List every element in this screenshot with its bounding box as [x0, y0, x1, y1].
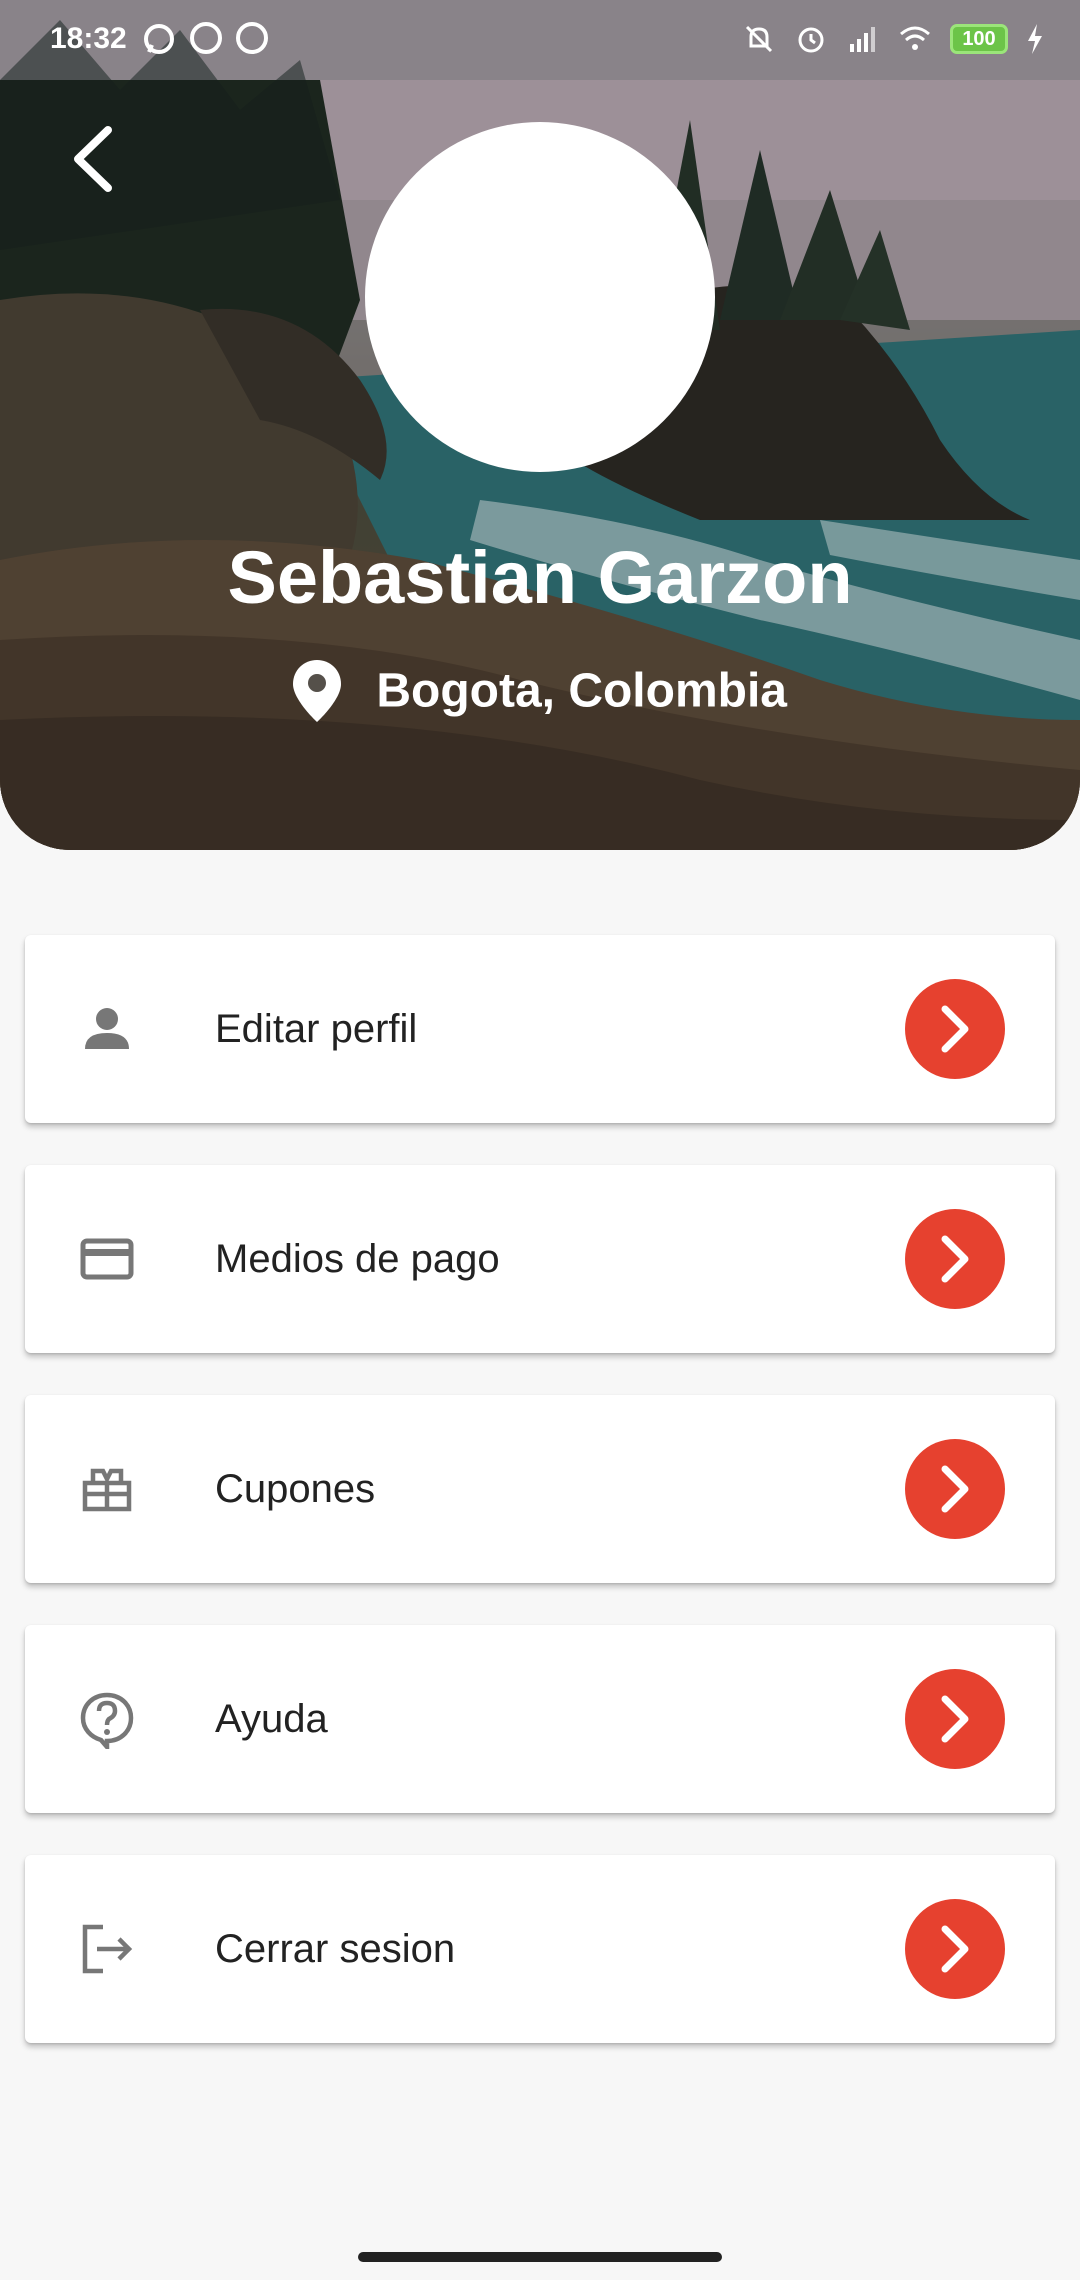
status-bar: 18:32 100	[0, 0, 1080, 80]
signal-icon	[850, 27, 875, 52]
back-arrow-icon[interactable]	[64, 124, 124, 194]
menu-item-coupons[interactable]: Cupones	[25, 1395, 1055, 1583]
location-label: Bogota, Colombia	[376, 664, 787, 718]
menu-item-label: Cupones	[215, 1467, 376, 1511]
menu-item-edit-profile[interactable]: Editar perfil	[25, 935, 1055, 1123]
profile-header: 18:32 100 Sebastian Garzon Bogota, Colom…	[0, 0, 1080, 850]
profile-location: Bogota, Colombia	[0, 660, 1080, 722]
app-notification-icon	[190, 22, 222, 54]
mute-icon	[745, 25, 773, 53]
charging-icon	[1028, 24, 1042, 54]
chevron-right-button[interactable]	[905, 1439, 1005, 1539]
gift-icon	[82, 1468, 132, 1512]
location-pin-icon	[293, 660, 341, 722]
help-icon	[80, 1692, 134, 1749]
menu-item-label: Editar perfil	[215, 1007, 418, 1051]
menu-item-help[interactable]: Ayuda	[25, 1625, 1055, 1813]
chevron-right-icon	[941, 1005, 969, 1053]
avatar[interactable]	[365, 122, 715, 472]
person-icon	[85, 1008, 129, 1049]
wifi-icon	[900, 26, 930, 50]
battery-icon: 100	[950, 24, 1008, 54]
chevron-right-button[interactable]	[905, 1899, 1005, 1999]
menu-item-label: Cerrar sesion	[215, 1927, 456, 1971]
menu-item-logout[interactable]: Cerrar sesion	[25, 1855, 1055, 2043]
chevron-right-icon	[941, 1925, 969, 1973]
chevron-right-icon	[941, 1695, 969, 1743]
profile-name: Sebastian Garzon	[227, 536, 853, 619]
chevron-right-button[interactable]	[905, 1209, 1005, 1309]
whatsapp-icon	[144, 24, 174, 54]
alarm-icon	[798, 27, 824, 53]
menu-item-label: Ayuda	[215, 1697, 328, 1741]
app-notification-icon	[236, 22, 268, 54]
chevron-right-icon	[941, 1465, 969, 1513]
status-time: 18:32	[50, 22, 127, 55]
chevron-right-button[interactable]	[905, 1669, 1005, 1769]
chevron-right-icon	[941, 1235, 969, 1283]
menu-item-label: Medios de pago	[215, 1237, 500, 1281]
home-indicator[interactable]	[358, 2252, 722, 2262]
credit-card-icon	[80, 1238, 134, 1280]
logout-icon	[82, 1924, 133, 1974]
menu-item-payment-methods[interactable]: Medios de pago	[25, 1165, 1055, 1353]
chevron-right-button[interactable]	[905, 979, 1005, 1079]
